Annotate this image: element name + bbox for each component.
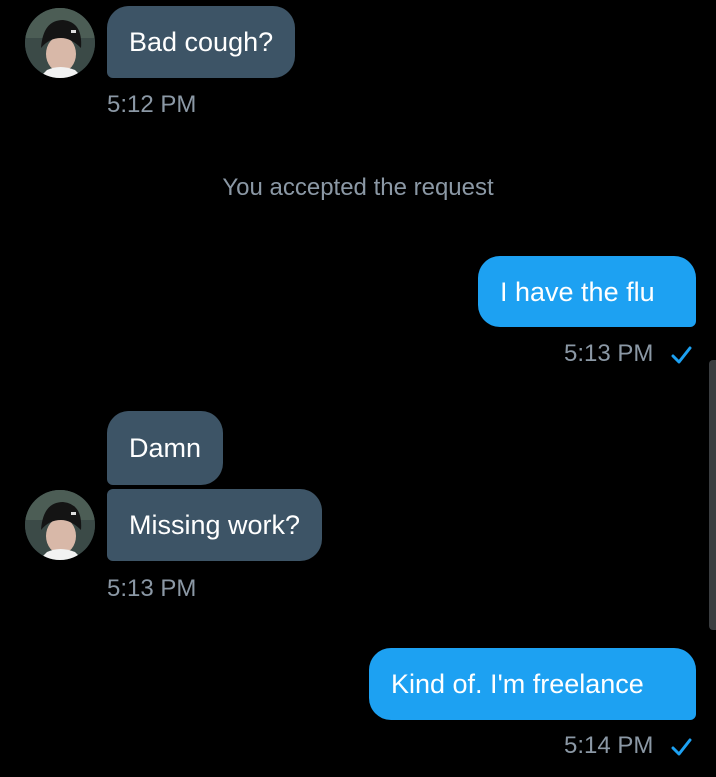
message-timestamp: 5:13 PM bbox=[564, 340, 654, 367]
message-bubble-incoming[interactable]: Damn bbox=[107, 411, 224, 485]
message-bubble-outgoing[interactable]: Kind of. I'm freelance bbox=[369, 648, 696, 720]
message-timestamp: 5:12 PM bbox=[107, 91, 197, 118]
message-text: I have the flu bbox=[500, 276, 655, 307]
message-text: Bad cough? bbox=[129, 27, 274, 57]
message-bubble-incoming[interactable]: Bad cough? bbox=[107, 6, 296, 78]
checkmark-icon bbox=[671, 738, 692, 756]
checkmark-icon bbox=[671, 346, 692, 364]
scrollbar[interactable] bbox=[709, 360, 716, 630]
message-text: Missing work? bbox=[129, 510, 301, 540]
sender-avatar[interactable] bbox=[25, 8, 95, 78]
message-bubble-outgoing[interactable]: I have the flu bbox=[478, 256, 696, 327]
message-bubble-incoming[interactable]: Missing work? bbox=[107, 489, 323, 561]
message-timestamp: 5:13 PM bbox=[107, 575, 197, 602]
message-text: Damn bbox=[129, 433, 202, 463]
sender-avatar[interactable] bbox=[25, 490, 95, 560]
message-text: Kind of. I'm freelance bbox=[391, 669, 644, 699]
system-notice: You accepted the request bbox=[222, 174, 494, 201]
message-timestamp: 5:14 PM bbox=[564, 732, 654, 759]
